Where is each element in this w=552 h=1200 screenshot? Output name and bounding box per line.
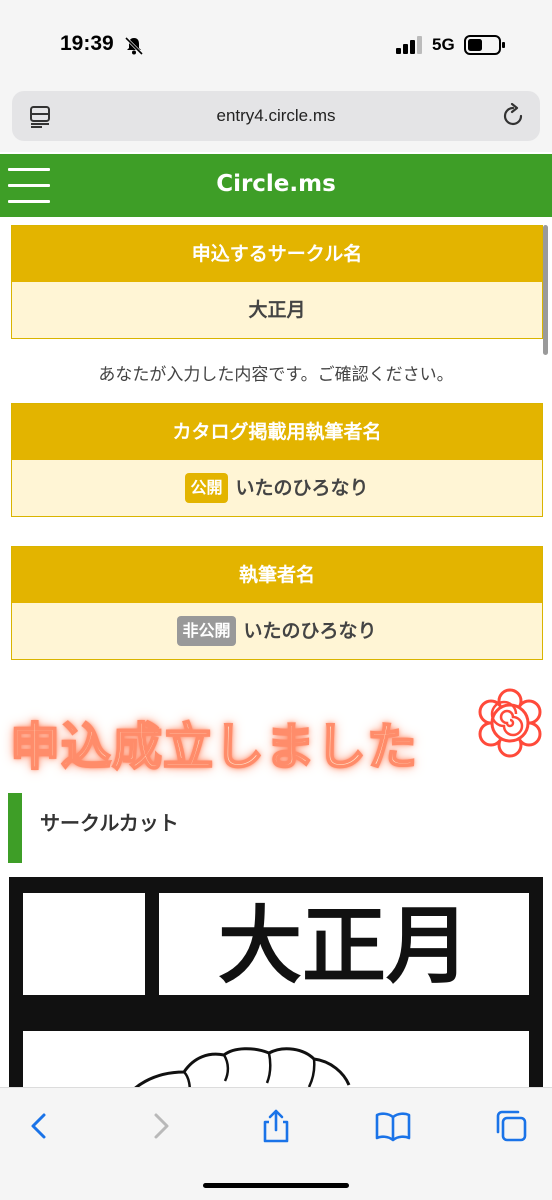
author-heading: 執筆者名 (12, 547, 542, 603)
circle-name-card: 申込するサークル名 大正月 (11, 225, 543, 339)
circle-cut-text: 大正月 (218, 897, 470, 995)
home-indicator (203, 1183, 349, 1188)
catalog-author-row: 公開 いたのひろなり (12, 460, 542, 516)
circle-name-value: 大正月 (12, 282, 542, 338)
url-text[interactable]: entry4.circle.ms (12, 106, 540, 126)
section-header: サークルカット (8, 793, 544, 863)
tabs-icon[interactable] (493, 1108, 529, 1144)
public-badge: 公開 (185, 473, 228, 503)
flower-stamp-icon (478, 688, 542, 758)
battery-icon (464, 35, 505, 55)
status-time: 19:39 (60, 32, 114, 55)
share-icon[interactable] (258, 1108, 294, 1144)
forward-icon[interactable] (142, 1108, 178, 1144)
browser-address-area: entry4.circle.ms (0, 88, 552, 152)
author-name: いたのひろなり (243, 620, 377, 642)
browser-toolbar (0, 1087, 552, 1200)
private-badge: 非公開 (177, 616, 236, 646)
catalog-author-card: カタログ掲載用執筆者名 公開 いたのひろなり (11, 403, 543, 517)
scrollbar[interactable] (543, 225, 548, 355)
catalog-author-name: いたのひろなり (235, 477, 369, 499)
author-card: 執筆者名 非公開 いたのひろなり (11, 546, 543, 660)
circle-name-heading: 申込するサークル名 (12, 226, 542, 282)
status-bar: 19:39 5G (0, 0, 552, 88)
confirm-note: あなたが入力した内容です。ご確認ください。 (98, 365, 454, 385)
signal-icon (396, 36, 422, 54)
back-icon[interactable] (22, 1108, 58, 1144)
circle-name-text: 大正月 (248, 299, 306, 321)
page-content: 申込するサークル名 大正月 あなたが入力した内容です。ご確認ください。 カタログ… (0, 217, 552, 1087)
catalog-author-heading: カタログ掲載用執筆者名 (12, 404, 542, 460)
reload-icon[interactable] (500, 103, 526, 129)
bookmarks-icon[interactable] (375, 1108, 411, 1144)
address-bar[interactable]: entry4.circle.ms (12, 91, 540, 141)
site-logo[interactable]: Circle.ms (0, 171, 552, 197)
network-type: 5G (432, 35, 455, 54)
site-header: Circle.ms (0, 154, 552, 217)
author-row: 非公開 いたのひろなり (12, 603, 542, 659)
success-overlay-text: 申込成立しました (9, 717, 418, 777)
silent-bell-icon (124, 36, 144, 56)
section-accent-bar (8, 793, 22, 863)
section-title: サークルカット (40, 811, 179, 835)
circle-cut-image: 大正月 (9, 877, 543, 1087)
